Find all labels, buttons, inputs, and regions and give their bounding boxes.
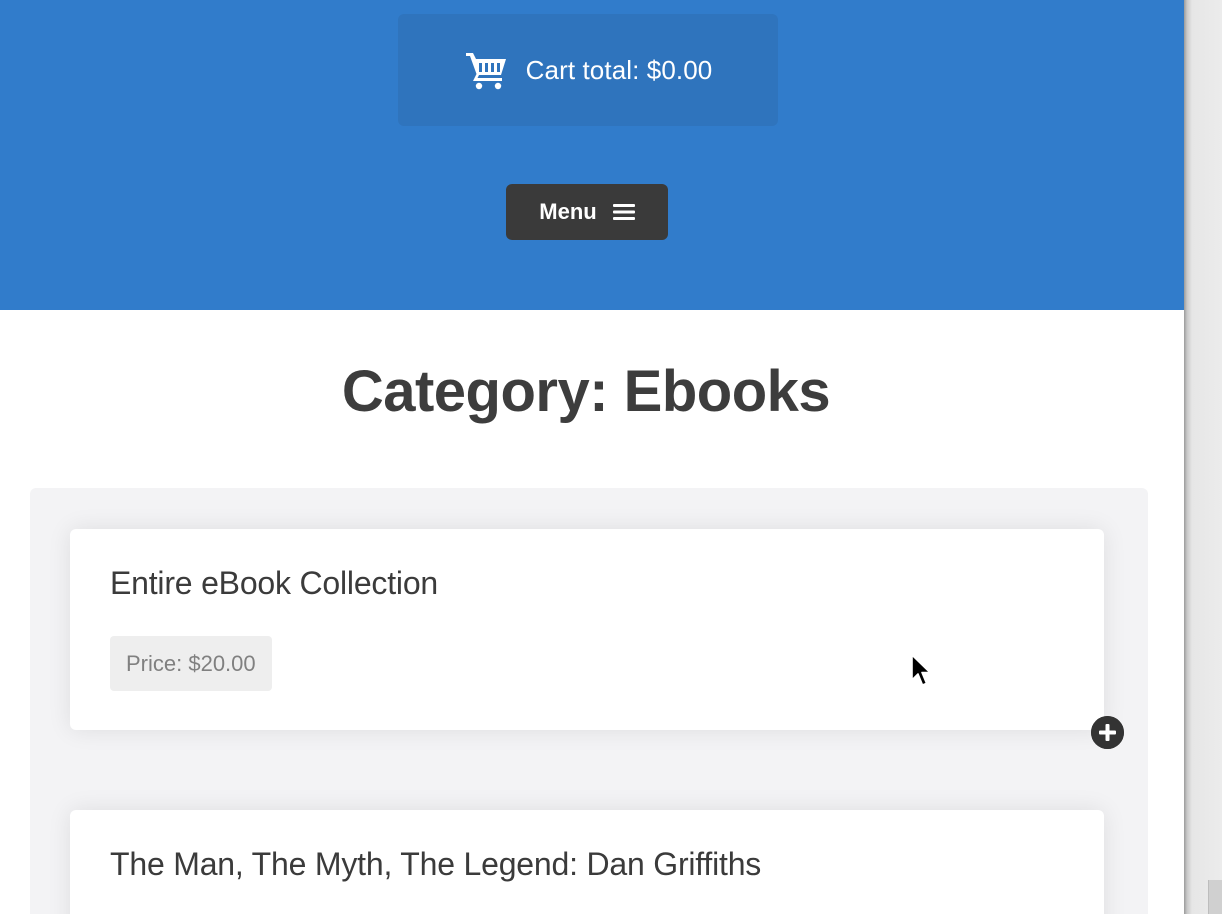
browser-viewport: Cart total: $0.00 Menu Category: Ebooks … xyxy=(0,0,1184,914)
page-title-category: Ebooks xyxy=(623,359,831,424)
cart-total-label: Cart total: $0.00 xyxy=(525,54,713,85)
cart-total-button[interactable]: Cart total: $0.00 xyxy=(398,14,778,126)
site-header: Cart total: $0.00 Menu xyxy=(0,0,1184,310)
menu-button[interactable]: Menu xyxy=(506,184,668,240)
page-title: Category: Ebooks xyxy=(0,358,1172,425)
menu-label: Menu xyxy=(539,199,597,224)
plus-circle-icon xyxy=(1091,716,1124,749)
shopping-cart-icon xyxy=(464,50,508,90)
product-title[interactable]: Entire eBook Collection xyxy=(110,565,438,602)
product-title[interactable]: The Man, The Myth, The Legend: Dan Griff… xyxy=(110,846,761,883)
scrollbar-thumb[interactable] xyxy=(1208,880,1222,914)
vertical-scrollbar[interactable] xyxy=(1184,0,1222,914)
product-card[interactable]: The Man, The Myth, The Legend: Dan Griff… xyxy=(70,810,1104,914)
product-card[interactable]: Entire eBook Collection Price: $20.00 xyxy=(70,529,1104,730)
page-title-prefix: Category: xyxy=(341,359,624,424)
add-to-cart-button[interactable] xyxy=(1091,716,1124,749)
product-price: Price: $20.00 xyxy=(110,636,272,691)
hamburger-icon xyxy=(612,203,635,221)
